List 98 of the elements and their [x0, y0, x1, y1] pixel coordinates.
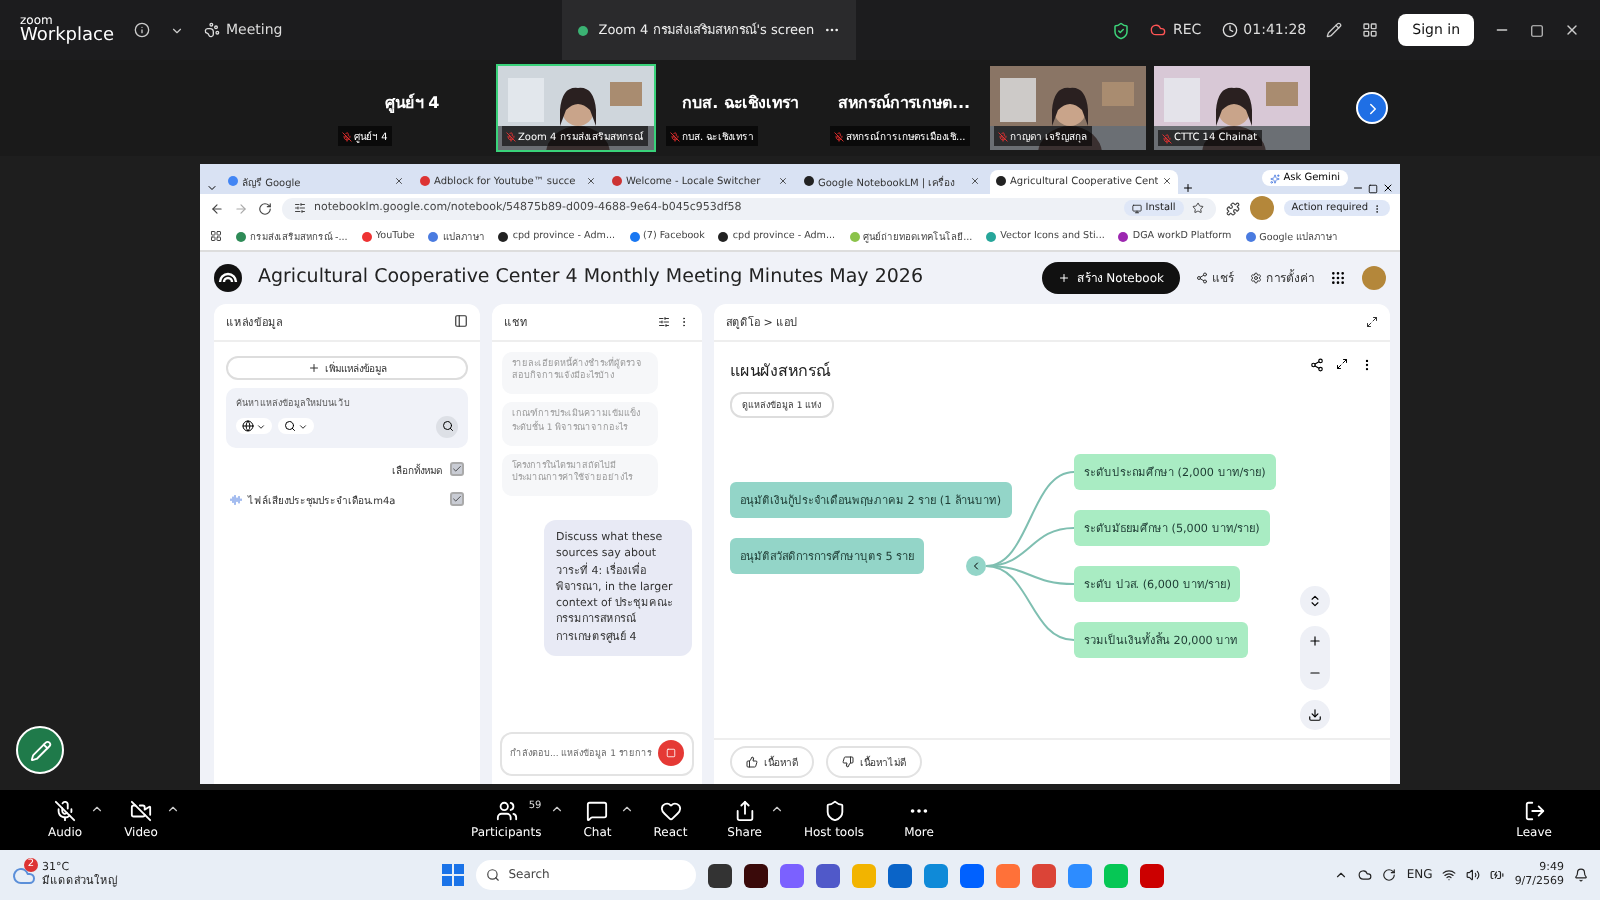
cloud-icon[interactable] [1358, 868, 1373, 882]
sparkle-icon [1269, 173, 1280, 183]
search-icon [441, 420, 453, 432]
caret-icon[interactable] [549, 802, 564, 816]
paw-icon [204, 22, 221, 38]
participant-name: กบส. ฉะเชิงเทรา [682, 91, 798, 115]
check-icon [452, 464, 462, 474]
chevron-up-icon[interactable] [1334, 868, 1349, 882]
chat-icon [586, 800, 609, 822]
thumbs-up-icon [746, 755, 758, 767]
thumbs-down-icon [842, 755, 854, 767]
chevron-down-icon [256, 421, 266, 431]
bell-icon[interactable] [1574, 868, 1589, 882]
site-settings-icon[interactable] [294, 202, 306, 214]
research-mode-dropdown[interactable] [278, 418, 314, 434]
caret-icon[interactable] [770, 802, 784, 816]
leave-icon [1523, 800, 1546, 822]
volume-icon[interactable] [1466, 868, 1481, 882]
shield-icon [823, 800, 846, 822]
reload-icon[interactable] [258, 201, 272, 215]
clock-icon [1221, 22, 1238, 38]
info-icon[interactable] [134, 22, 151, 38]
pencil-icon[interactable] [1326, 22, 1343, 38]
caret-icon[interactable] [90, 802, 105, 816]
chevron-left-icon [970, 559, 982, 571]
wifi-icon[interactable] [1442, 868, 1457, 882]
back-icon[interactable] [210, 201, 224, 215]
zoom-out-icon[interactable] [1308, 666, 1322, 680]
stop-icon [666, 748, 676, 758]
more-icon[interactable] [1360, 357, 1374, 371]
new-tab-icon[interactable] [1182, 181, 1194, 193]
profile-avatar[interactable] [1249, 196, 1274, 220]
taskbar-app-icon[interactable] [744, 863, 769, 887]
checkbox[interactable] [450, 492, 464, 506]
share-icon[interactable] [1310, 357, 1324, 371]
muted-mic-icon [670, 131, 680, 141]
brand-name: Workplace [20, 27, 115, 45]
muted-mic-icon [998, 131, 1008, 141]
chevron-down-icon [298, 421, 308, 431]
search-button[interactable] [436, 415, 458, 437]
muted-mic-icon [342, 131, 352, 141]
sliders-icon[interactable] [658, 315, 670, 327]
people-icon [495, 800, 518, 822]
annotate-button[interactable] [16, 726, 64, 774]
chevron-down-icon[interactable] [170, 23, 185, 37]
minimize-icon[interactable] [1352, 181, 1364, 193]
close-icon[interactable] [1382, 181, 1394, 193]
caret-icon[interactable] [165, 802, 180, 816]
search-icon [486, 868, 501, 882]
share-icon [733, 800, 756, 822]
stop-button[interactable] [658, 740, 684, 766]
search-icon [284, 420, 296, 432]
caret-icon[interactable] [619, 802, 634, 816]
share-icon [1196, 271, 1208, 283]
audio-icon [230, 493, 242, 505]
weather-icon[interactable] [12, 863, 36, 887]
star-icon[interactable] [1191, 202, 1204, 214]
settings-icon [1250, 271, 1262, 283]
check-icon [452, 494, 462, 504]
participant-name: สหกรณ์การเกษต... [837, 91, 971, 115]
profile-avatar[interactable] [1362, 265, 1386, 289]
mind-map-title: แผนผังสหกรณ์ [730, 359, 830, 383]
heart-icon [659, 800, 682, 822]
pencil-icon [29, 739, 51, 761]
zoom-in-icon[interactable] [1308, 634, 1322, 648]
battery-icon[interactable] [1490, 868, 1505, 882]
muted-mic-icon [834, 131, 844, 141]
maximize-icon[interactable] [1368, 183, 1378, 193]
grid-icon[interactable] [1362, 22, 1379, 38]
shield-check-icon [1112, 21, 1131, 39]
participant-name: ศูนย์ฯ 4 [384, 91, 440, 115]
mic-off-icon [54, 800, 77, 822]
camera-off-icon [129, 800, 152, 822]
muted-mic-icon [506, 131, 516, 141]
download-button[interactable] [1300, 699, 1330, 729]
plus-icon [1058, 271, 1071, 283]
cloud-icon [1150, 22, 1167, 38]
panel-toggle-icon[interactable] [454, 314, 468, 328]
next-page-button[interactable] [1356, 92, 1388, 124]
muted-mic-icon [1162, 133, 1172, 143]
apps-icon[interactable] [210, 230, 222, 242]
collapse-toggle[interactable] [966, 555, 986, 575]
notebook-logo-icon [214, 263, 242, 291]
fit-view-button[interactable] [1300, 585, 1330, 615]
taskbar-app-icon[interactable] [708, 863, 733, 887]
tab-list-icon[interactable] [206, 181, 218, 193]
download-icon [1308, 707, 1322, 721]
sync-icon[interactable] [1382, 868, 1397, 882]
start-icon[interactable] [442, 864, 465, 886]
notebook-title: Agricultural Cooperative Center 4 Monthly Meeting Minutes May 2026 [258, 266, 923, 288]
checkbox[interactable] [450, 462, 464, 476]
monitor-icon [1131, 203, 1142, 213]
expand-vertical-icon [1308, 593, 1322, 607]
apps-icon[interactable] [1330, 269, 1346, 285]
plus-icon [307, 361, 319, 373]
globe-icon [242, 420, 254, 432]
extensions-icon[interactable] [1225, 201, 1240, 215]
web-source-dropdown[interactable] [236, 418, 272, 434]
